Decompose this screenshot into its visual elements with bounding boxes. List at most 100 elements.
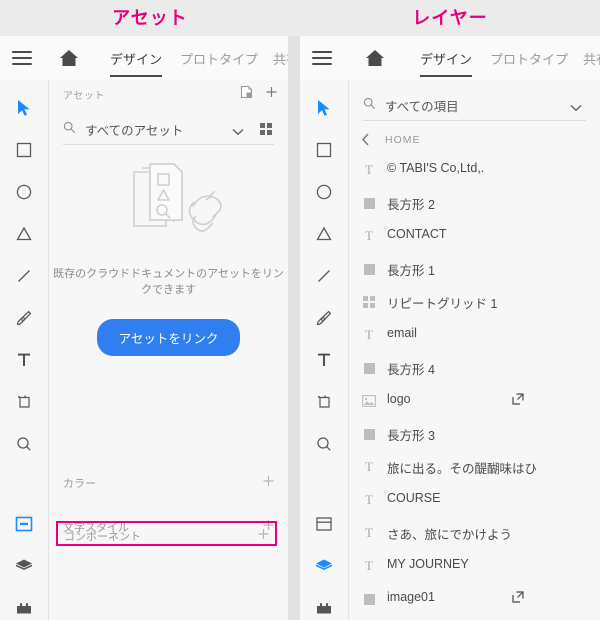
assets-search-row[interactable]: すべてのアセット — [63, 114, 274, 145]
plus-icon[interactable] — [261, 473, 276, 494]
assets-panel-toggle[interactable] — [0, 510, 48, 538]
breadcrumb[interactable]: HOME — [349, 127, 600, 153]
text-tool[interactable] — [0, 346, 48, 374]
layer-type-shape-icon — [361, 426, 377, 442]
assets-body: アセット すべてのアセット 既存のクラウドドキュメントのアセットをリンクできます… — [49, 80, 288, 620]
layer-name: logo — [387, 392, 411, 406]
assets-section-colors-label: カラー — [63, 478, 96, 490]
line-tool[interactable] — [300, 262, 348, 290]
layer-row[interactable]: T MY JOURNEY — [349, 549, 600, 582]
zoom-tool[interactable] — [0, 430, 48, 458]
annotation-assets: アセット — [112, 8, 188, 28]
chevron-down-icon[interactable] — [232, 123, 244, 141]
left-tool-rail — [0, 80, 49, 620]
layer-row[interactable]: T COURSE — [349, 483, 600, 516]
layer-name: © TABI'S Co,Ltd,. — [387, 161, 485, 175]
zoom-tool[interactable] — [300, 430, 348, 458]
layer-name: 長方形 4 — [387, 363, 435, 377]
layers-panel-window: デザイン プロトタイプ 共有 — [300, 36, 600, 620]
select-tool[interactable] — [300, 94, 348, 122]
layer-type-text-icon: T — [365, 459, 373, 474]
tab-share[interactable]: 共有 — [273, 49, 288, 68]
layer-type-text-icon: T — [365, 228, 373, 243]
layer-row[interactable]: T © TABI'S Co,Ltd,. — [349, 153, 600, 186]
tab-prototype[interactable]: プロトタイプ — [180, 49, 258, 68]
layer-row[interactable]: 長方形 1 — [349, 252, 600, 285]
text-tool[interactable] — [300, 346, 348, 374]
layer-row[interactable]: リピートグリッド 1 — [349, 285, 600, 318]
chevron-left-icon[interactable] — [361, 133, 370, 151]
right-tab-bar: デザイン プロトタイプ 共有 — [300, 36, 600, 81]
rectangle-tool[interactable] — [300, 136, 348, 164]
external-link-icon[interactable] — [512, 590, 524, 608]
annotation-bar: アセット レイヤー — [0, 0, 600, 36]
plus-icon[interactable] — [265, 85, 278, 104]
layers-search-row[interactable]: すべての項目 — [363, 90, 586, 121]
plus-icon[interactable] — [256, 526, 271, 547]
artboard-tool[interactable] — [0, 388, 48, 416]
tab-design[interactable]: デザイン — [420, 49, 473, 77]
hamburger-icon[interactable] — [312, 51, 332, 65]
assets-section-components[interactable]: コンポーネント — [56, 521, 277, 546]
layer-row[interactable]: 長方形 3 — [349, 417, 600, 450]
pen-tool[interactable] — [0, 304, 48, 332]
layer-type-image-icon — [361, 393, 377, 409]
tab-prototype[interactable]: プロトタイプ — [490, 49, 568, 68]
linked-documents-icon — [49, 158, 288, 251]
layer-row[interactable]: 長方形 4 — [349, 351, 600, 384]
layer-name: COURSE — [387, 491, 441, 505]
layer-row[interactable]: logo — [349, 384, 600, 417]
layer-name: image01 — [387, 590, 435, 604]
hamburger-icon[interactable] — [12, 51, 32, 65]
ellipse-tool[interactable] — [300, 178, 348, 206]
assets-panel-toggle[interactable] — [300, 510, 348, 538]
assets-empty-message: 既存のクラウドドキュメントのアセットをリンクできます — [53, 268, 284, 296]
layer-type-text-icon: T — [365, 525, 373, 540]
layer-row[interactable]: T さあ、旅にでかけよう — [349, 516, 600, 549]
annotation-layers: レイヤー — [412, 8, 488, 28]
layer-row[interactable]: 長方形 2 — [349, 186, 600, 219]
search-icon — [363, 97, 376, 115]
rectangle-tool[interactable] — [0, 136, 48, 164]
home-icon[interactable] — [364, 48, 386, 68]
layer-name: email — [387, 326, 417, 340]
right-tool-rail — [300, 80, 349, 620]
layers-panel-toggle[interactable] — [0, 552, 48, 580]
layer-name: 長方形 2 — [387, 198, 435, 212]
link-assets-button[interactable]: アセットをリンク — [96, 319, 241, 356]
breadcrumb-label: HOME — [385, 134, 421, 146]
layer-type-text-icon: T — [365, 327, 373, 342]
tab-share[interactable]: 共有 — [583, 49, 600, 68]
layer-row[interactable]: image01 — [349, 582, 600, 615]
layer-type-text-icon: T — [365, 492, 373, 507]
polygon-tool[interactable] — [0, 220, 48, 248]
plugins-panel-toggle[interactable] — [300, 594, 348, 620]
tab-design[interactable]: デザイン — [110, 49, 163, 77]
layers-panel-toggle[interactable] — [300, 552, 348, 580]
line-tool[interactable] — [0, 262, 48, 290]
layer-type-text-icon: T — [365, 162, 373, 177]
layer-name: 長方形 3 — [387, 429, 435, 443]
panel-divider — [288, 36, 300, 620]
plugins-panel-toggle[interactable] — [0, 594, 48, 620]
assets-section-colors[interactable]: カラー — [49, 468, 288, 496]
new-document-icon[interactable] — [240, 85, 253, 104]
layer-row[interactable]: T 旅に出る。その醍醐味はひとそれぞれ… — [349, 450, 600, 483]
layer-row[interactable]: T CONTACT — [349, 219, 600, 252]
layers-search-input[interactable]: すべての項目 — [385, 96, 459, 115]
external-link-icon[interactable] — [512, 392, 524, 410]
grid-view-icon[interactable] — [260, 122, 272, 140]
layer-row[interactable]: Temail — [349, 318, 600, 351]
assets-header-actions — [240, 85, 278, 104]
assets-search-input[interactable]: すべてのアセット — [85, 120, 183, 139]
pen-tool[interactable] — [300, 304, 348, 332]
polygon-tool[interactable] — [300, 220, 348, 248]
select-tool[interactable] — [0, 94, 48, 122]
search-icon — [63, 121, 76, 139]
artboard-tool[interactable] — [300, 388, 348, 416]
layer-name: MY JOURNEY — [387, 557, 469, 571]
layer-name: 旅に出る。その醍醐味はひとそれぞれ… — [387, 462, 537, 476]
home-icon[interactable] — [58, 48, 80, 68]
ellipse-tool[interactable] — [0, 178, 48, 206]
chevron-down-icon[interactable] — [570, 99, 582, 117]
